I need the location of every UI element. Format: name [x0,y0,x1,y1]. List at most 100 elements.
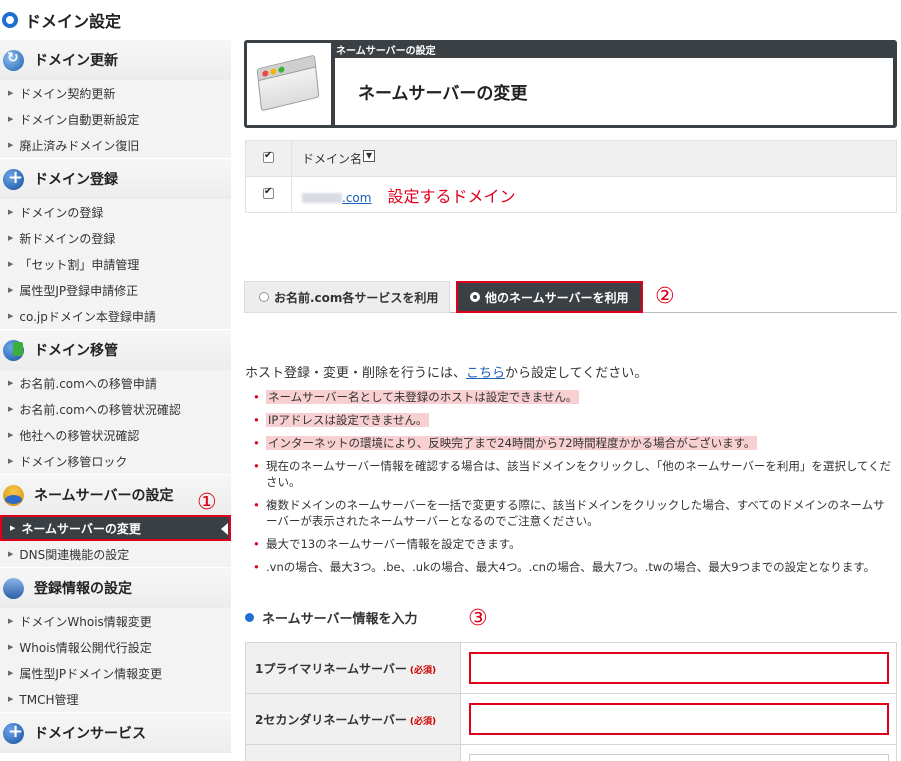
sidebar-heading-label: ドメイン移管 [34,343,118,359]
primary-nameserver-input[interactable] [469,652,889,684]
select-all-cell [245,140,292,177]
sidebar-heading-label: ネームサーバーの設定 [34,488,174,504]
arrow-right-icon: ▶ [8,286,14,294]
domain-link[interactable]: .com [342,191,371,205]
secondary-nameserver-input[interactable] [469,703,889,735]
sidebar-item[interactable]: ▶ Whois情報公開代行設定 [0,634,231,660]
maximize-dot-icon [278,66,285,74]
nameserver-icon [3,484,24,506]
column-header-domain[interactable]: ドメイン名 ▼ [291,140,897,177]
note-text: 現在のネームサーバー情報を確認する場合は、該当ドメインをクリックし、「他のネーム… [266,459,892,489]
annotation-one: ① [197,490,217,515]
sidebar-item-label: ドメイン移管ロック [19,454,128,469]
sidebar-item[interactable]: ▶ ドメインの登録 [0,199,231,225]
tab-onamae-services[interactable]: お名前.com各サービスを利用 [244,281,450,313]
header-panel: ネームサーバーの設定 ネームサーバーの変更 [244,40,897,128]
sidebar-item[interactable]: ▶ DNS関連機能の設定 [0,541,231,567]
arrow-right-icon: ▶ [8,89,14,97]
sidebar-heading-registrant-info[interactable]: 登録情報の設定 [0,568,231,608]
sort-down-icon[interactable]: ▼ [363,150,376,162]
domain-cell: .com 設定するドメイン [291,176,897,213]
ns-label-text: 1プライマリネームサーバー [255,661,407,676]
sidebar-item-label: お名前.comへの移管申請 [19,376,157,391]
tab-label: お名前.com各サービスを利用 [274,290,439,305]
sidebar-heading-transfer[interactable]: ドメイン移管 [0,330,231,370]
sidebar-item-label: 「セット割」申請管理 [19,257,140,272]
sidebar-item-label: ネームサーバーの変更 [21,521,141,536]
sidebar-section-registration: ドメイン登録 ▶ ドメインの登録 ▶ 新ドメインの登録 ▶ 「セット割」申請管理 ▶ 属… [0,159,231,330]
bullet-dot-icon [245,613,254,622]
sidebar-item[interactable]: ▶ 属性型JP登録申請修正 [0,277,231,303]
sidebar-item-label: ドメインの登録 [19,205,104,220]
sidebar-item[interactable]: ▶ 新ドメインの登録 [0,225,231,251]
sidebar-item[interactable]: ▶ TMCH管理 [0,686,231,712]
sidebar-item[interactable]: ▶ 「セット割」申請管理 [0,251,231,277]
panel-title: ネームサーバーの変更 [335,58,893,125]
sidebar-item[interactable]: ▶ co.jpドメイン本登録申請 [0,303,231,329]
domain-annotation: 設定するドメイン [387,186,516,206]
domain-table: ドメイン名▼ .com 設定するドメイン [245,140,897,213]
sidebar-item[interactable]: ▶ ドメインWhois情報変更 [0,608,231,634]
list-item: インターネットの環境により、反映完了まで24時間から72時間程度かかる場合がござ… [253,435,896,451]
column-header-label: ドメイン名 [302,152,363,166]
sidebar-heading-label: ドメイン更新 [34,53,118,69]
title-ring-icon [2,12,18,28]
sidebar-item[interactable]: ▶ 他社への移管状況確認 [0,422,231,448]
ns-label-text: 2セカンダリネームサーバー [255,712,407,727]
ns-section-title: ネームサーバー情報を入力 [262,612,418,627]
sidebar-heading-registration[interactable]: ドメイン登録 [0,159,231,199]
ns-input-cell [460,642,897,694]
stack-icon [3,577,24,599]
ns-section-heading: ネームサーバー情報を入力 [245,608,417,627]
row-check-cell [245,176,292,213]
sidebar-heading-renewal[interactable]: ドメイン更新 [0,40,231,80]
sidebar-item[interactable]: ▶ 属性型JPドメイン情報変更 [0,660,231,686]
panel-subtitle: ネームサーバーの設定 [336,46,436,57]
third-nameserver-input[interactable] [469,754,889,761]
sidebar-item-label: DNS関連機能の設定 [19,547,130,562]
radio-button-selected[interactable] [470,292,480,302]
note-text: IPアドレスは設定できません。 [266,413,430,427]
table-header-row: ドメイン名▼ [245,140,897,177]
row-checkbox[interactable] [263,186,274,199]
required-badge: (必須) [409,665,437,676]
note-text: 最大で13のネームサーバー情報を設定できます。 [266,537,521,551]
sidebar-item[interactable]: ▶ ドメイン移管ロック [0,448,231,474]
list-item: 複数ドメインのネームサーバーを一括で変更する際に、該当ドメインをクリックした場合… [253,497,896,529]
note-text: .vnの場合、最大3つ。.be、.ukの場合、最大4つ。.cnの場合、最大7つ。… [266,560,876,574]
nameserver-type-tabs: お名前.com各サービスを利用 他のネームサーバーを利用 [244,281,897,313]
sidebar-heading-label: ドメインサービス [34,726,146,742]
sidebar-item[interactable]: ▶ ドメイン契約更新 [0,80,231,106]
tab-label: 他のネームサーバーを利用 [485,290,629,305]
arrow-right-icon: ▶ [8,208,14,216]
host-settings-link[interactable]: こちら [466,366,505,381]
tab-other-nameserver[interactable]: 他のネームサーバーを利用 [456,281,643,313]
annotation-three: ③ [468,606,488,631]
sidebar-section-transfer: ドメイン移管 ▶ お名前.comへの移管申請 ▶ お名前.comへの移管状況確認 ▶… [0,330,231,475]
page-title: ドメイン設定 [0,8,121,32]
arrow-right-icon: ▶ [8,260,14,268]
ns-label-primary: 1プライマリネームサーバー (必須) [245,642,461,694]
page-title-text: ドメイン設定 [25,12,122,31]
list-item: 現在のネームサーバー情報を確認する場合は、該当ドメインをクリックし、「他のネーム… [253,458,896,490]
sidebar-section-registrant-info: 登録情報の設定 ▶ ドメインWhois情報変更 ▶ Whois情報公開代行設定 ▶ 属… [0,568,231,713]
sidebar-item[interactable]: ▶ お名前.comへの移管状況確認 [0,396,231,422]
sidebar-item-label: 新ドメインの登録 [19,231,116,246]
table-row: 1プライマリネームサーバー (必須) [245,642,897,694]
select-all-checkbox[interactable] [263,150,274,163]
close-dot-icon [261,69,269,78]
required-badge: (必須) [409,716,437,727]
notes-list: ネームサーバー名として未登録のホストは設定できません。 IPアドレスは設定できま… [253,389,896,582]
sidebar-heading-domain-service[interactable]: ドメインサービス [0,713,231,753]
sidebar-item-nameserver-change[interactable]: ▶ ネームサーバーの変更 [0,515,231,541]
sidebar-heading-label: 登録情報の設定 [34,581,132,597]
sidebar: ドメイン更新 ▶ ドメイン契約更新 ▶ ドメイン自動更新設定 ▶ 廃止済みドメイン復旧… [0,40,231,754]
sidebar-item[interactable]: ▶ 廃止済みドメイン復旧 [0,132,231,158]
table-row: 2セカンダリネームサーバー (必須) [245,693,897,745]
radio-button[interactable] [259,292,269,302]
sidebar-item[interactable]: ▶ お名前.comへの移管申請 [0,370,231,396]
sidebar-item-label: 属性型JPドメイン情報変更 [19,666,163,681]
list-item: .vnの場合、最大3つ。.be、.ukの場合、最大4つ。.cnの場合、最大7つ。… [253,559,896,575]
sidebar-item-label: ドメインWhois情報変更 [19,614,152,629]
sidebar-item[interactable]: ▶ ドメイン自動更新設定 [0,106,231,132]
